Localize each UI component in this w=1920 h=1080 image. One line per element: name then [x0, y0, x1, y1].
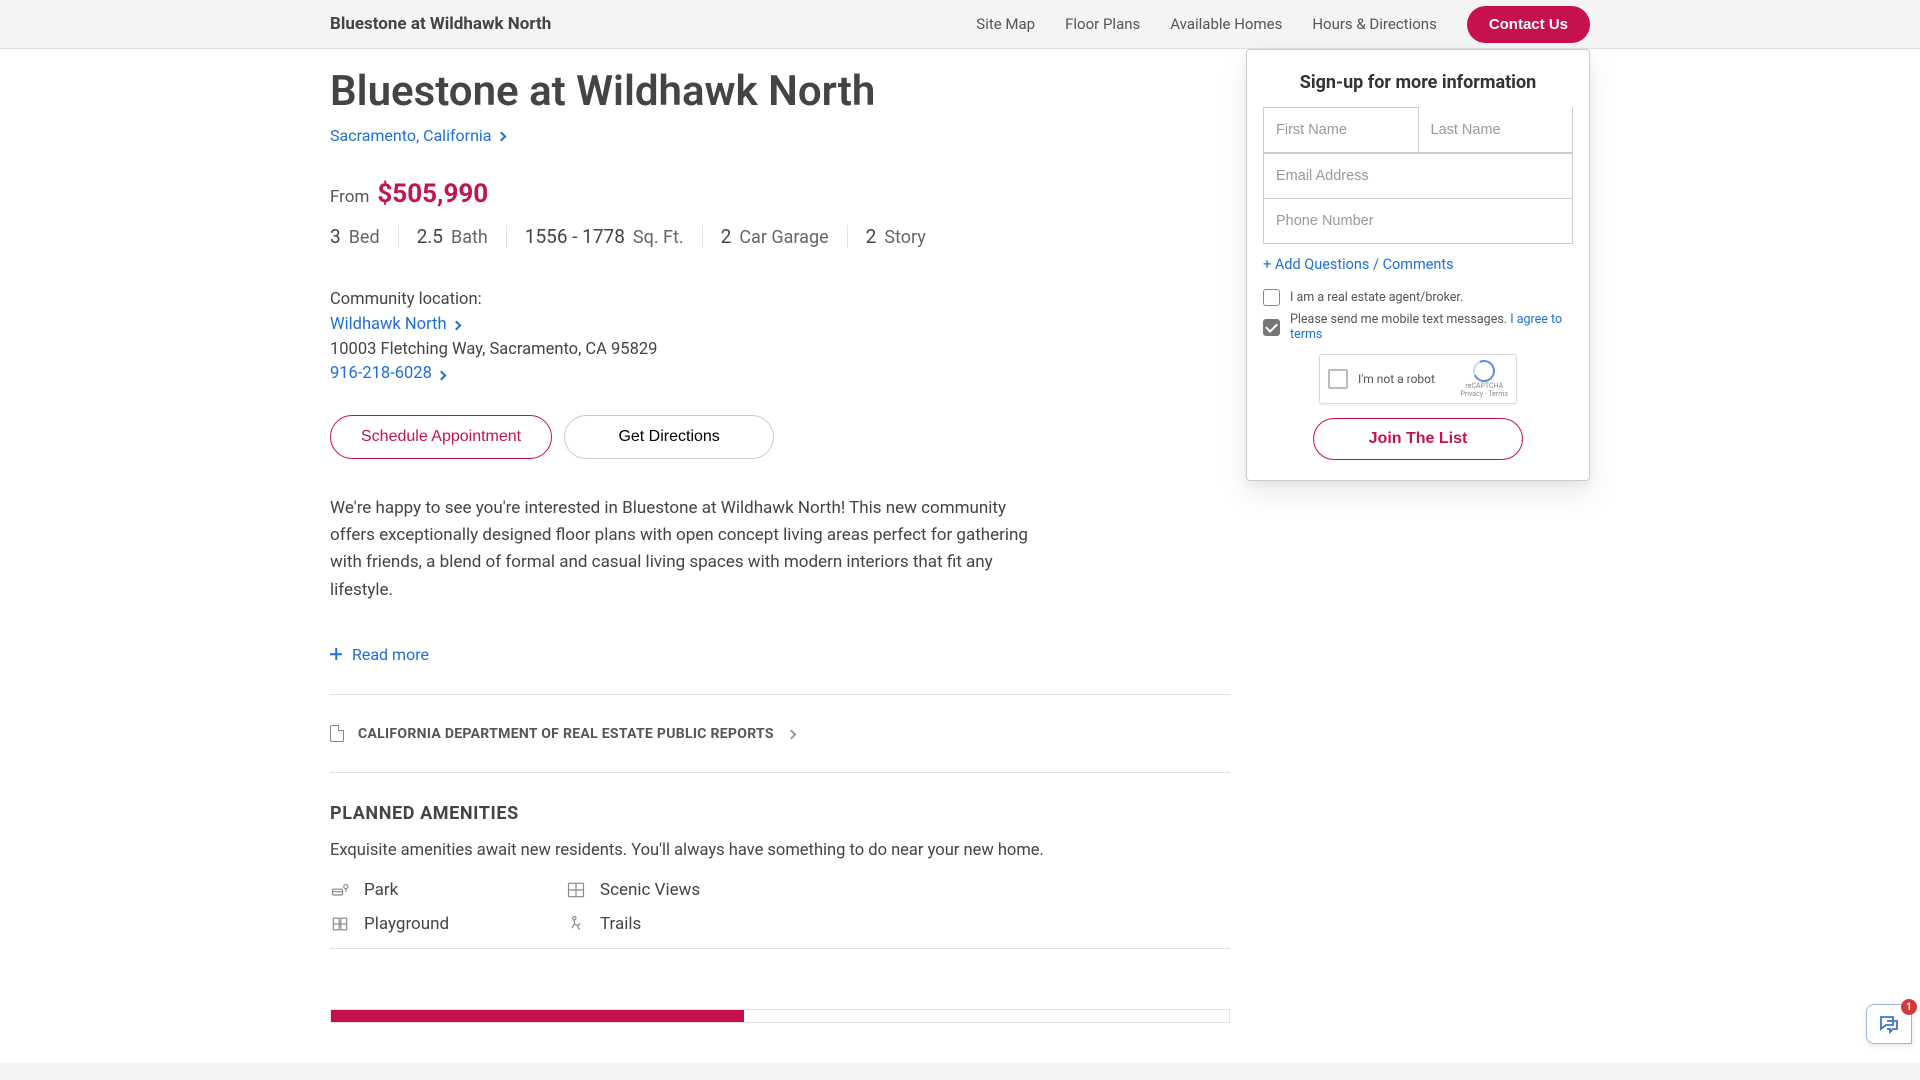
agent-checkbox-label: I am a real estate agent/broker.: [1290, 290, 1463, 305]
banner-color-segment: [331, 1010, 744, 1022]
recaptcha-label: I'm not a robot: [1358, 372, 1450, 386]
park-icon: [330, 880, 350, 900]
bottom-banner: [330, 1009, 1230, 1023]
community-label: Community location:: [330, 288, 1230, 313]
spec-bed-label: Bed: [349, 227, 380, 248]
top-bar: Bluestone at Wildhawk North Site Map Flo…: [0, 0, 1920, 49]
checkbox-unchecked-icon: [1263, 289, 1280, 306]
public-reports-label: CALIFORNIA DEPARTMENT OF REAL ESTATE PUB…: [358, 726, 774, 742]
document-icon: [330, 725, 344, 742]
spec-bed-value: 3: [330, 225, 341, 248]
spec-garage-label: Car Garage: [739, 227, 828, 248]
cta-row: Schedule Appointment Get Directions: [330, 415, 1230, 459]
get-directions-button[interactable]: Get Directions: [564, 415, 774, 459]
public-reports-link[interactable]: CALIFORNIA DEPARTMENT OF REAL ESTATE PUB…: [330, 725, 1230, 742]
amenity-playground: Playground: [330, 914, 558, 934]
spec-sqft: 1556 - 1778 Sq. Ft.: [507, 225, 703, 248]
recaptcha-privacy-terms: Privacy - Terms: [1460, 391, 1508, 399]
spec-bath-value: 2.5: [417, 225, 443, 248]
chevron-right-icon: [436, 370, 446, 380]
divider: [330, 948, 1230, 949]
community-name-link[interactable]: Wildhawk North: [330, 313, 460, 338]
spec-garage-value: 2: [721, 225, 732, 248]
community-phone: 916-218-6028: [330, 362, 432, 387]
scenic-views-icon: [566, 880, 586, 900]
spec-story-value: 2: [866, 225, 877, 248]
amenities-sub: Exquisite amenities await new residents.…: [330, 841, 1230, 860]
chat-badge: 1: [1901, 999, 1917, 1015]
signup-title: Sign-up for more information: [1263, 72, 1573, 93]
chevron-right-icon: [786, 729, 796, 739]
nav-hours-directions[interactable]: Hours & Directions: [1312, 15, 1437, 33]
spec-sqft-label: Sq. Ft.: [633, 227, 684, 248]
chevron-right-icon: [496, 131, 506, 141]
amenity-label: Playground: [364, 914, 449, 934]
spec-bath-label: Bath: [451, 227, 488, 248]
amenities-grid: Park Scenic Views Playground Trails: [330, 880, 1030, 934]
signup-fields: [1263, 107, 1573, 244]
page-title: Bluestone at Wildhawk North: [330, 67, 1230, 116]
divider: [330, 694, 1230, 695]
amenity-label: Park: [364, 880, 398, 900]
spec-sqft-value: 1556 - 1778: [525, 225, 625, 248]
community-description: We're happy to see you're interested in …: [330, 495, 1030, 604]
amenity-trails: Trails: [566, 914, 794, 934]
amenity-scenic-views: Scenic Views: [566, 880, 794, 900]
sms-checkbox-label: Please send me mobile text messages. I a…: [1290, 312, 1573, 342]
sms-checkbox-row[interactable]: Please send me mobile text messages. I a…: [1263, 312, 1573, 342]
community-name: Wildhawk North: [330, 313, 447, 338]
recaptcha-swirl-icon: [1470, 357, 1498, 385]
agent-checkbox-row[interactable]: I am a real estate agent/broker.: [1263, 289, 1573, 306]
plus-icon: [330, 648, 342, 660]
amenity-label: Scenic Views: [600, 880, 700, 900]
divider: [330, 772, 1230, 773]
read-more-toggle[interactable]: Read more: [330, 645, 429, 664]
signup-sidebar: Sign-up for more information + Add Quest…: [1246, 49, 1590, 1023]
location-text: Sacramento, California: [330, 126, 492, 145]
signup-card: Sign-up for more information + Add Quest…: [1246, 49, 1590, 481]
price-row: From $505,990: [330, 179, 1230, 209]
nav-available-homes[interactable]: Available Homes: [1170, 15, 1282, 33]
spec-list: 3 Bed 2.5 Bath 1556 - 1778 Sq. Ft. 2 Car…: [330, 225, 1230, 248]
email-input[interactable]: [1263, 153, 1573, 199]
recaptcha-logo: reCAPTCHA Privacy - Terms: [1460, 360, 1508, 398]
top-nav: Site Map Floor Plans Available Homes Hou…: [976, 6, 1590, 43]
spec-bed: 3 Bed: [330, 225, 399, 248]
community-block: Community location: Wildhawk North 10003…: [330, 288, 1230, 387]
last-name-input[interactable]: [1419, 107, 1574, 153]
spec-story: 2 Story: [848, 225, 944, 248]
playground-icon: [330, 914, 350, 934]
nav-site-map[interactable]: Site Map: [976, 15, 1035, 33]
nav-floor-plans[interactable]: Floor Plans: [1065, 15, 1140, 33]
sms-text: Please send me mobile text messages.: [1290, 312, 1507, 327]
read-more-label: Read more: [352, 645, 429, 664]
spec-bath: 2.5 Bath: [399, 225, 507, 248]
spec-story-label: Story: [884, 227, 925, 248]
schedule-appointment-button[interactable]: Schedule Appointment: [330, 415, 552, 459]
location-link[interactable]: Sacramento, California: [330, 126, 505, 145]
spec-garage: 2 Car Garage: [703, 225, 848, 248]
checkbox-checked-icon: [1263, 319, 1280, 336]
phone-input[interactable]: [1263, 199, 1573, 244]
amenities-heading: PLANNED AMENITIES: [330, 803, 1230, 824]
brand-title: Bluestone at Wildhawk North: [330, 14, 976, 34]
trails-icon: [566, 914, 586, 934]
first-name-input[interactable]: [1263, 107, 1419, 153]
contact-us-button[interactable]: Contact Us: [1467, 6, 1590, 43]
community-phone-link[interactable]: 916-218-6028: [330, 362, 445, 387]
chevron-right-icon: [451, 321, 461, 331]
recaptcha-checkbox-icon: [1328, 369, 1348, 389]
amenity-park: Park: [330, 880, 558, 900]
chat-icon: [1875, 1012, 1903, 1036]
community-address: 10003 Fletching Way, Sacramento, CA 9582…: [330, 338, 1230, 363]
join-list-button[interactable]: Join The List: [1313, 418, 1523, 460]
price-value: $505,990: [377, 179, 488, 209]
amenity-label: Trails: [600, 914, 641, 934]
price-from-label: From: [330, 187, 369, 207]
recaptcha-widget[interactable]: I'm not a robot reCAPTCHA Privacy - Term…: [1319, 354, 1517, 404]
main-content: Bluestone at Wildhawk North Sacramento, …: [330, 49, 1230, 1023]
add-questions-link[interactable]: + Add Questions / Comments: [1263, 256, 1454, 273]
banner-white-segment: [744, 1010, 1229, 1022]
chat-widget-button[interactable]: 1: [1866, 1004, 1912, 1044]
